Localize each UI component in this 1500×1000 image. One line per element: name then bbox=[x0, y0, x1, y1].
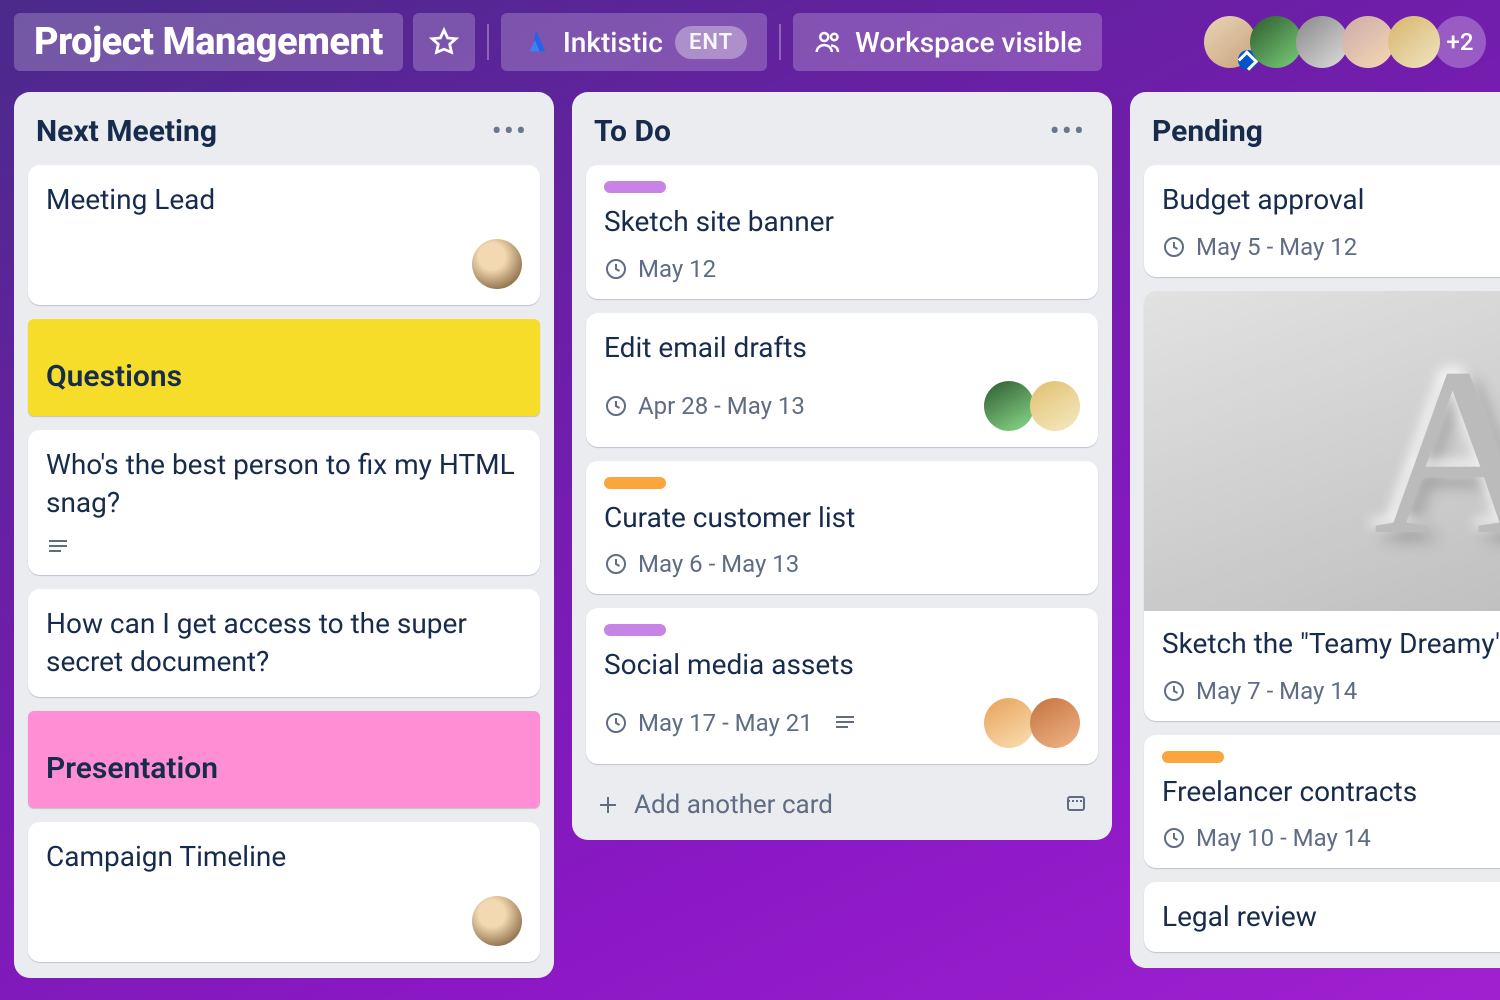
list-title[interactable]: Next Meeting bbox=[36, 114, 217, 149]
header-separator bbox=[487, 24, 489, 60]
card-member-avatar[interactable] bbox=[984, 698, 1034, 748]
card[interactable]: How can I get access to the super secret… bbox=[28, 589, 540, 697]
list-title[interactable]: Pending bbox=[1152, 114, 1263, 149]
card[interactable]: Social media assets May 17 - May 21 bbox=[586, 608, 1098, 764]
card-member-avatar[interactable] bbox=[472, 896, 522, 946]
list-menu-button[interactable]: ••• bbox=[488, 114, 532, 149]
description-icon bbox=[833, 711, 857, 735]
member-avatar[interactable] bbox=[1342, 16, 1394, 68]
card[interactable]: A Sketch the "Teamy Dreamy" May 7 - May … bbox=[1144, 291, 1500, 721]
list-next-meeting: Next Meeting ••• Meeting Lead Questions … bbox=[14, 92, 554, 978]
card-title: Legal review bbox=[1162, 898, 1500, 936]
card[interactable]: Sketch site banner May 12 bbox=[586, 165, 1098, 299]
card-title: Meeting Lead bbox=[46, 181, 522, 219]
plus-icon bbox=[596, 793, 620, 817]
card-title: Social media assets bbox=[604, 646, 1080, 684]
board-members: +2 bbox=[1210, 16, 1486, 68]
template-icon bbox=[1064, 791, 1088, 815]
card-member-avatar[interactable] bbox=[1030, 381, 1080, 431]
card-label[interactable] bbox=[1162, 751, 1224, 763]
card-label[interactable] bbox=[604, 181, 666, 193]
clock-icon bbox=[1162, 235, 1186, 259]
add-card-button[interactable]: Add another card bbox=[596, 790, 833, 820]
due-date-badge[interactable]: May 5 - May 12 bbox=[1162, 233, 1357, 261]
more-members-button[interactable]: +2 bbox=[1434, 16, 1486, 68]
member-avatar[interactable] bbox=[1250, 16, 1302, 68]
card[interactable]: Budget approval May 5 - May 12 bbox=[1144, 165, 1500, 277]
people-icon bbox=[813, 27, 843, 57]
clock-icon bbox=[604, 257, 628, 281]
board: Next Meeting ••• Meeting Lead Questions … bbox=[0, 80, 1500, 1000]
member-avatar[interactable] bbox=[1388, 16, 1440, 68]
separator-card[interactable]: Questions bbox=[28, 319, 540, 416]
card-label[interactable] bbox=[604, 477, 666, 489]
clock-icon bbox=[1162, 826, 1186, 850]
card-title: How can I get access to the super secret… bbox=[46, 605, 522, 681]
visibility-button[interactable]: Workspace visible bbox=[793, 13, 1102, 71]
list-to-do: To Do ••• Sketch site banner May 12 Edit… bbox=[572, 92, 1112, 840]
list-menu-button[interactable]: ••• bbox=[1046, 114, 1090, 149]
description-icon bbox=[46, 535, 70, 559]
card[interactable]: Freelancer contracts May 10 - May 14 bbox=[1144, 735, 1500, 869]
clock-icon bbox=[604, 711, 628, 735]
card-title: Edit email drafts bbox=[604, 329, 1080, 367]
star-icon bbox=[429, 27, 459, 57]
cover-letter: A bbox=[1373, 313, 1500, 589]
card-title: Sketch the "Teamy Dreamy" bbox=[1162, 625, 1500, 663]
clock-icon bbox=[1162, 679, 1186, 703]
due-date-badge[interactable]: May 6 - May 13 bbox=[604, 550, 799, 578]
card[interactable]: Curate customer list May 6 - May 13 bbox=[586, 461, 1098, 595]
member-avatar[interactable] bbox=[1296, 16, 1348, 68]
board-title-button[interactable]: Project Management bbox=[14, 13, 403, 71]
card-member-avatar[interactable] bbox=[1030, 698, 1080, 748]
member-avatar[interactable] bbox=[1204, 16, 1256, 68]
card-template-button[interactable] bbox=[1064, 791, 1088, 819]
card-title: Budget approval bbox=[1162, 181, 1500, 219]
list-title[interactable]: To Do bbox=[594, 114, 671, 149]
card-member-avatar[interactable] bbox=[984, 381, 1034, 431]
card-member-avatar[interactable] bbox=[472, 239, 522, 289]
star-board-button[interactable] bbox=[413, 13, 475, 71]
card[interactable]: Who's the best person to fix my HTML sna… bbox=[28, 430, 540, 576]
card-cover-image: A bbox=[1144, 291, 1500, 611]
separator-title: Presentation bbox=[46, 751, 522, 786]
description-badge bbox=[833, 711, 857, 735]
card-title: Who's the best person to fix my HTML sna… bbox=[46, 446, 522, 522]
card-title: Sketch site banner bbox=[604, 203, 1080, 241]
card[interactable]: Meeting Lead bbox=[28, 165, 540, 305]
separator-card[interactable]: Presentation bbox=[28, 711, 540, 808]
org-tier-badge: ENT bbox=[675, 26, 747, 59]
description-badge bbox=[46, 535, 70, 559]
atlassian-logo-icon bbox=[521, 27, 551, 57]
card[interactable]: Campaign Timeline bbox=[28, 822, 540, 962]
card[interactable]: Legal review bbox=[1144, 882, 1500, 952]
card-title: Freelancer contracts bbox=[1162, 773, 1500, 811]
due-date-badge[interactable]: Apr 28 - May 13 bbox=[604, 392, 805, 420]
due-date-badge[interactable]: May 17 - May 21 bbox=[604, 709, 813, 737]
clock-icon bbox=[604, 394, 628, 418]
org-name: Inktistic bbox=[563, 26, 663, 59]
list-pending: Pending Budget approval May 5 - May 12 A… bbox=[1130, 92, 1500, 968]
due-date-badge[interactable]: May 10 - May 14 bbox=[1162, 824, 1371, 852]
clock-icon bbox=[604, 552, 628, 576]
card-title: Campaign Timeline bbox=[46, 838, 522, 876]
header-separator bbox=[779, 24, 781, 60]
board-title: Project Management bbox=[34, 20, 383, 64]
org-button[interactable]: Inktistic ENT bbox=[501, 13, 767, 71]
visibility-label: Workspace visible bbox=[855, 26, 1082, 59]
separator-title: Questions bbox=[46, 359, 522, 394]
due-date-badge[interactable]: May 7 - May 14 bbox=[1162, 677, 1357, 705]
board-header: Project Management Inktistic ENT Workspa… bbox=[0, 0, 1500, 80]
card-title: Curate customer list bbox=[604, 499, 1080, 537]
card-label[interactable] bbox=[604, 624, 666, 636]
due-date-badge[interactable]: May 12 bbox=[604, 255, 716, 283]
card[interactable]: Edit email drafts Apr 28 - May 13 bbox=[586, 313, 1098, 447]
